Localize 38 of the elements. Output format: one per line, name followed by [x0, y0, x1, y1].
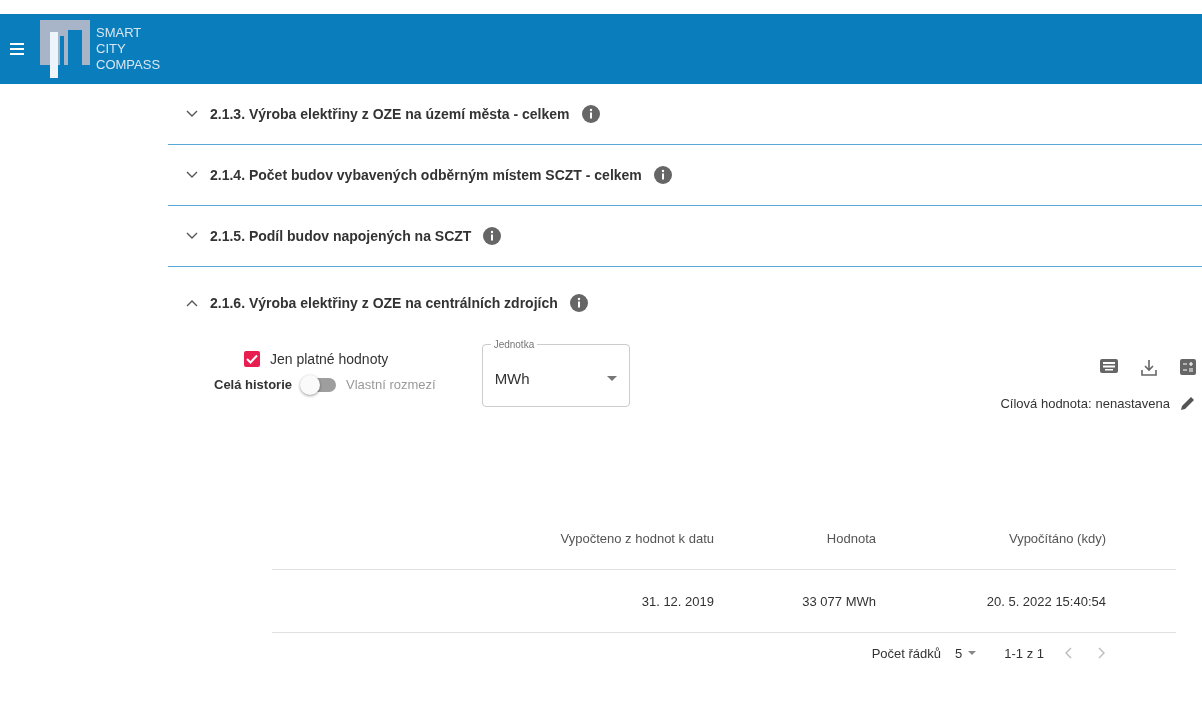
checkbox[interactable] — [244, 351, 260, 367]
target-value: nenastavena — [1095, 395, 1170, 411]
section-header[interactable]: 2.1.5. Podíl budov napojených na SCZT — [168, 206, 1202, 267]
column-header[interactable]: Vypočteno z hodnot k datu — [272, 530, 714, 546]
section-header[interactable]: 2.1.3. Výroba elektřiny z OZE na území města - celkem — [168, 84, 1202, 145]
calculator-icon[interactable] — [1180, 359, 1196, 375]
column-header[interactable]: Hodnota — [714, 530, 904, 546]
chevron-icon[interactable] — [186, 110, 198, 118]
city-skyline-icon — [40, 20, 90, 78]
page-range: 1-1 z 1 — [1004, 645, 1044, 661]
download-icon[interactable] — [1140, 359, 1158, 377]
chevron-icon[interactable] — [186, 171, 198, 179]
chevron-icon[interactable] — [186, 232, 198, 240]
keyboard-icon[interactable] — [1100, 359, 1118, 373]
table-cell-text: 20. 5. 2022 15:40:54 — [985, 593, 1107, 609]
dropdown-caret-icon — [606, 375, 617, 381]
rows-per-page-select[interactable]: 5 — [955, 645, 977, 661]
info-icon[interactable] — [483, 227, 502, 245]
pencil-icon[interactable] — [1180, 395, 1196, 411]
table-cell-text: 31. 12. 2019 — [640, 593, 714, 609]
column-header[interactable]: Vypočítáno (kdy) — [904, 530, 1176, 546]
info-icon[interactable] — [569, 294, 588, 312]
rows-per-page-label: Počet řádků — [871, 645, 941, 661]
checkbox-label: Jen platné hodnoty — [270, 351, 389, 367]
chevron-icon[interactable] — [186, 299, 198, 307]
info-icon[interactable] — [653, 166, 672, 184]
range-switch[interactable] — [302, 377, 337, 392]
target-value-label: Cílová hodnota: — [1000, 395, 1092, 411]
switch-left-label: Celá historie — [214, 377, 293, 392]
section-header[interactable]: 2.1.4. Počet budov vybavených odběrným místem SCZT - celkem — [168, 145, 1202, 206]
section-header[interactable]: 2.1.6. Výroba elektřiny z OZE na centrálních zdrojích — [168, 267, 1202, 339]
info-icon[interactable] — [581, 105, 600, 123]
menu-icon[interactable] — [10, 43, 24, 55]
dropdown-caret-icon — [968, 651, 977, 655]
logo-text: SMART CITY COMPASS — [96, 25, 161, 73]
unit-select[interactable]: Jednotka MWh — [481, 339, 630, 407]
switch-right-label: Vlastní rozmezí — [346, 377, 436, 392]
table-cell-text: 33 077 MWh — [801, 593, 877, 609]
